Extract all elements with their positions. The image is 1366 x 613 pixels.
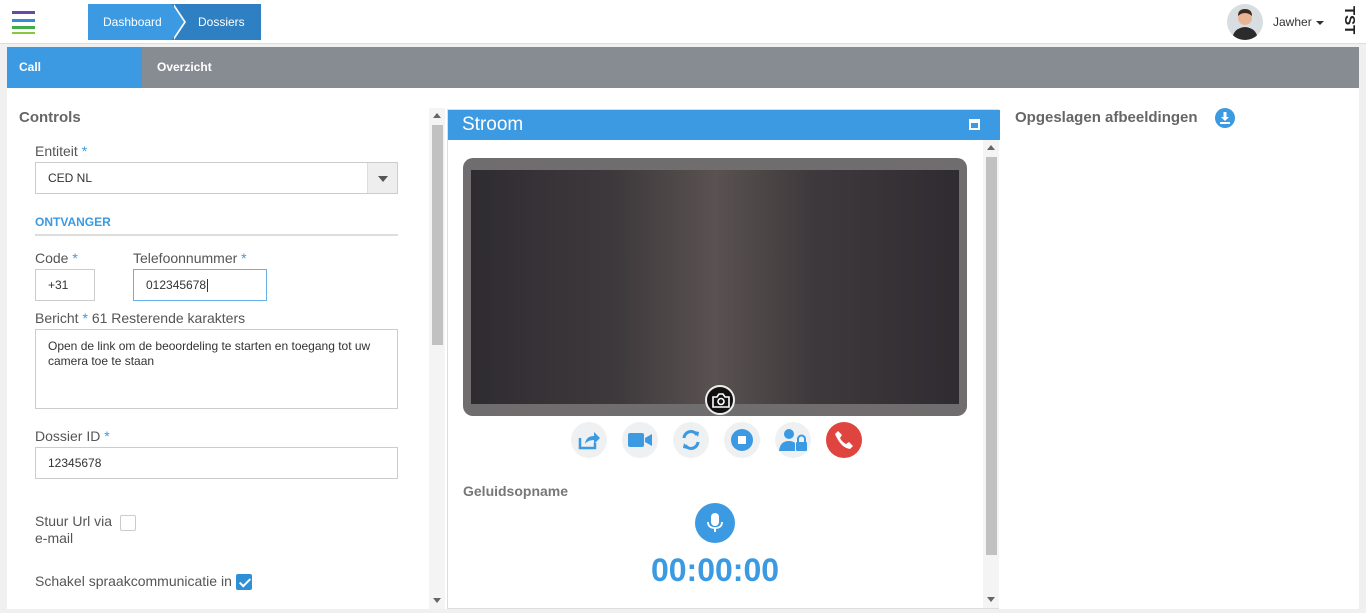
microphone-icon	[707, 513, 723, 532]
scroll-up-icon[interactable]	[433, 113, 441, 118]
scroll-thumb[interactable]	[432, 125, 443, 345]
video-frame	[463, 158, 967, 416]
share-icon	[578, 432, 600, 450]
entiteit-value: CED NL	[48, 171, 93, 185]
bericht-textarea[interactable]: Open de link om de beoordeling te starte…	[35, 329, 398, 409]
controls-scrollbar[interactable]	[429, 108, 445, 609]
audio-title: Geluidsopname	[463, 483, 569, 499]
code-label: Code *	[35, 250, 78, 266]
controls-title: Controls	[19, 109, 81, 126]
user-lock-icon	[779, 429, 807, 451]
saved-images-title: Opgeslagen afbeeldingen	[1015, 109, 1198, 126]
scroll-up-icon[interactable]	[987, 145, 995, 150]
stream-title: Stroom	[462, 114, 524, 135]
scroll-down-icon[interactable]	[433, 598, 441, 603]
phone-hangup-icon	[835, 431, 853, 449]
spraak-label: Schakel spraakcommunicatie in	[35, 573, 232, 589]
entiteit-select[interactable]: CED NL	[35, 162, 398, 194]
download-icon[interactable]	[1215, 108, 1235, 128]
telefoon-label: Telefoonnummer *	[133, 250, 247, 266]
stream-controls	[571, 422, 862, 458]
stream-header: Stroom	[448, 110, 1000, 140]
entiteit-label: Entiteit *	[35, 143, 88, 159]
recording-timer: 00:00:00	[650, 552, 780, 588]
tab-call[interactable]: Call	[7, 47, 142, 88]
chevron-down-icon	[1315, 20, 1324, 25]
code-input[interactable]: +31	[35, 269, 95, 301]
scroll-thumb[interactable]	[986, 157, 997, 555]
user-name: Jawher	[1273, 15, 1324, 29]
refresh-button[interactable]	[673, 422, 709, 458]
tab-overzicht[interactable]: Overzicht	[157, 47, 212, 88]
stop-button[interactable]	[724, 422, 760, 458]
chevron-down-icon[interactable]	[367, 163, 397, 193]
bericht-label: Bericht * 61 Resterende karakters	[35, 310, 246, 326]
breadcrumb-dashboard[interactable]: Dashboard	[88, 4, 186, 40]
microphone-button[interactable]	[695, 503, 735, 543]
refresh-icon	[682, 430, 700, 450]
menu-icon[interactable]	[0, 0, 46, 44]
avatar	[1227, 4, 1263, 40]
dossier-input[interactable]: 12345678	[35, 447, 398, 479]
main-content: Controls Entiteit * CED NL ONTVANGER Cod…	[7, 88, 1359, 609]
stream-panel: Stroom Geluidsopname 00:00:00	[447, 109, 1000, 609]
camera-icon	[712, 393, 730, 408]
dossier-label: Dossier ID *	[35, 428, 110, 444]
telefoon-input[interactable]: 012345678	[133, 269, 267, 301]
video-stream	[471, 170, 959, 415]
ontvanger-section-title: ONTVANGER	[35, 215, 398, 236]
camera-capture-button[interactable]	[705, 385, 735, 415]
stuur-url-label: Stuur Url via e-mail	[35, 513, 113, 546]
stuur-url-checkbox[interactable]	[120, 515, 136, 531]
video-camera-icon	[628, 433, 652, 447]
user-lock-button[interactable]	[775, 422, 811, 458]
maximize-icon[interactable]	[969, 119, 980, 130]
top-bar: Dashboard Dossiers Jawher TST	[0, 0, 1366, 44]
spraak-checkbox[interactable]	[236, 574, 252, 590]
video-camera-button[interactable]	[622, 422, 658, 458]
stop-icon	[731, 429, 753, 451]
controls-panel: Controls Entiteit * CED NL ONTVANGER Cod…	[7, 88, 445, 609]
tab-bar: Call Overzicht	[7, 47, 1359, 88]
scroll-down-icon[interactable]	[987, 597, 995, 602]
environment-label: TST	[1341, 6, 1358, 35]
share-button[interactable]	[571, 422, 607, 458]
stream-scrollbar[interactable]	[983, 140, 999, 608]
user-menu[interactable]: Jawher	[1227, 4, 1324, 40]
breadcrumb: Dashboard Dossiers	[88, 4, 261, 40]
hangup-button[interactable]	[826, 422, 862, 458]
